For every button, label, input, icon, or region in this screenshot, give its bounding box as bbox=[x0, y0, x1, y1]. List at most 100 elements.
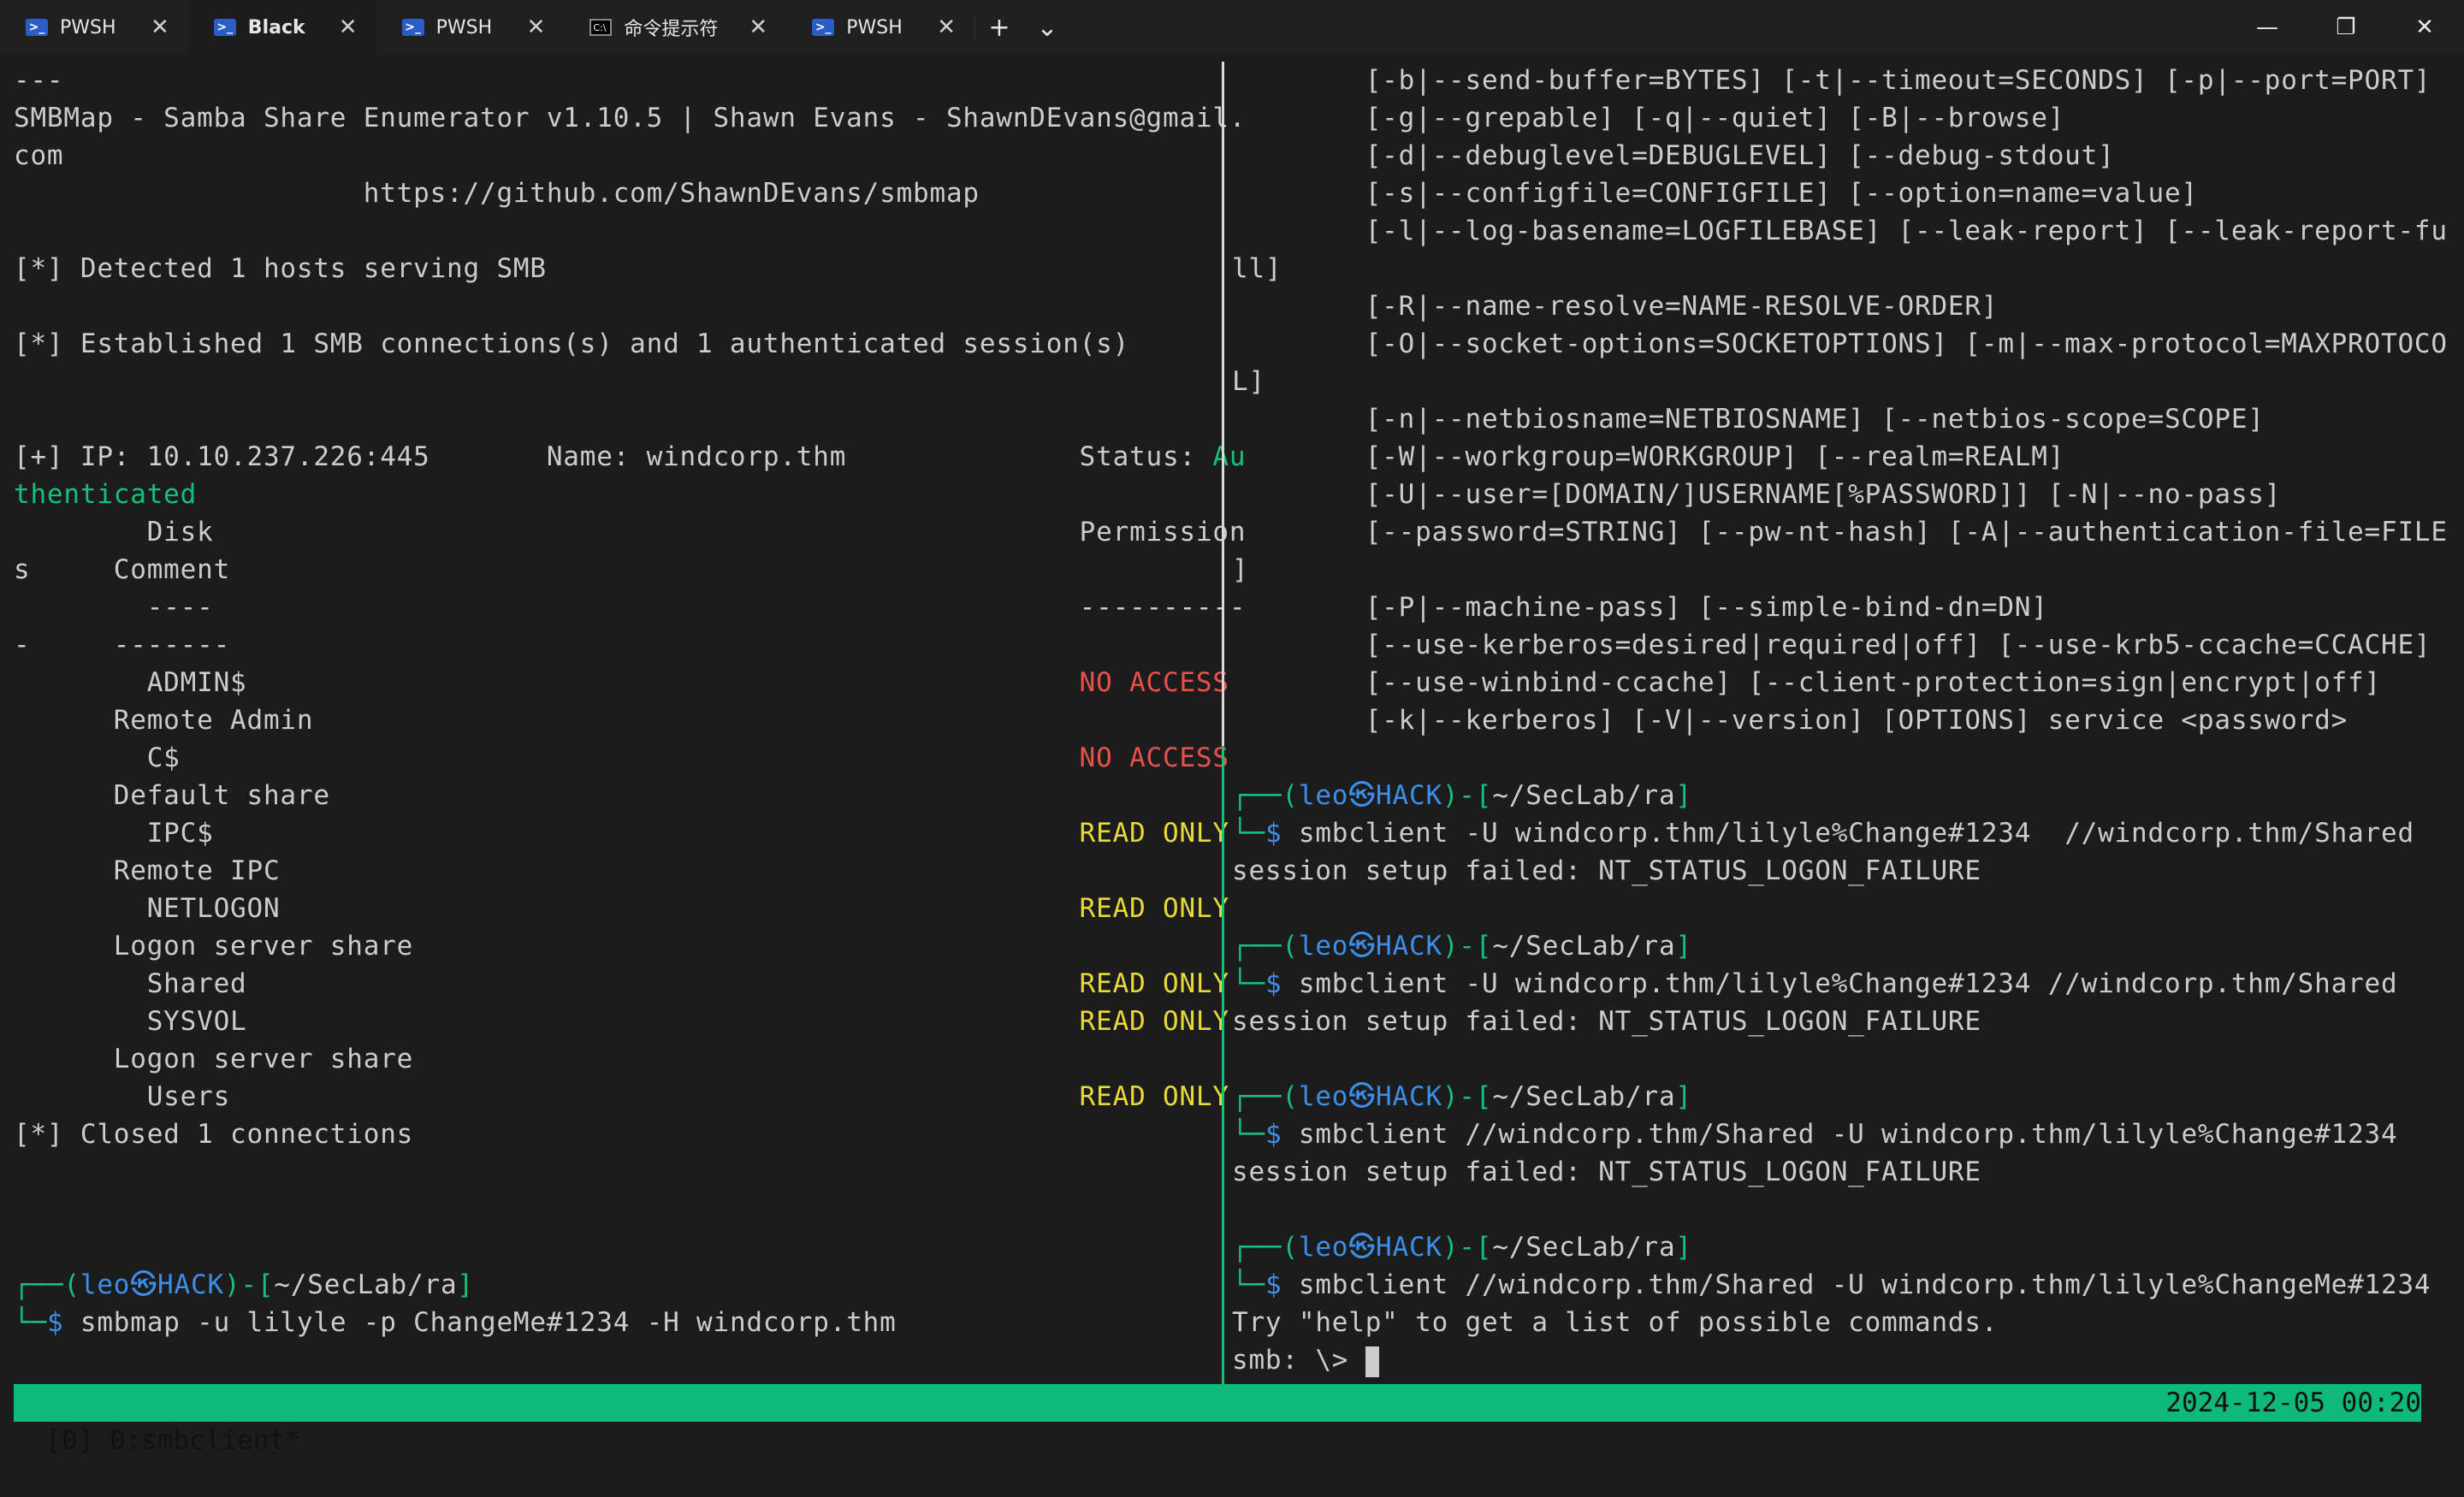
terminal-line: [-d|--debuglevel=DEBUGLEVEL] [--debug-st… bbox=[1232, 140, 2115, 171]
terminal-line: Disk Permission bbox=[14, 513, 1246, 551]
terminal-line: s Comment bbox=[14, 554, 231, 585]
tab-label: Black bbox=[247, 16, 305, 38]
command-line: └─$ smbmap -u lilyle -p ChangeMe#1234 -H… bbox=[14, 1307, 897, 1338]
shell-prompt: ┌──(leo㉿HACK)-[~/SecLab/ra] bbox=[1232, 931, 1692, 962]
command-text: smbclient //windcorp.thm/Shared -U windc… bbox=[1282, 1269, 2431, 1300]
powershell-icon: >_ bbox=[401, 19, 424, 36]
tab-label: PWSH bbox=[846, 16, 903, 38]
terminal-line: - ------- bbox=[14, 630, 231, 660]
terminal-line: [-l|--log-basename=LOGFILEBASE] [--leak-… bbox=[1232, 216, 2448, 246]
terminal-line: [--password=STRING] [--pw-nt-hash] [-A|-… bbox=[1232, 517, 2448, 547]
share-name: IPC$ bbox=[14, 818, 1080, 849]
active-pane-indicator bbox=[1222, 746, 1224, 1386]
share-name: ADMIN$ bbox=[14, 667, 1080, 698]
prompt-path: ~/SecLab/ra bbox=[1492, 1081, 1676, 1112]
share-comment: Remote Admin bbox=[14, 705, 314, 736]
terminal-line: thenticated bbox=[14, 479, 198, 510]
terminal-line: [--use-winbind-ccache] [--client-protect… bbox=[1232, 667, 2381, 698]
shell-prompt: ┌──(leo㉿HACK)-[~/SecLab/ra] bbox=[14, 1269, 474, 1300]
tab-bar: >_ PWSH ✕ >_ Black ✕ >_ PWSH ✕ C:\ 命令提示符… bbox=[0, 0, 2464, 55]
share-row: Shared READ ONLY bbox=[14, 965, 1229, 1003]
prompt-user: leo㉿HACK bbox=[1298, 780, 1442, 811]
smb-input-line[interactable]: smb: \> bbox=[1232, 1341, 2430, 1379]
smb-prompt: smb: \> bbox=[1232, 1345, 1365, 1376]
tab-label: PWSH bbox=[60, 16, 116, 38]
command-line: └─$ smbclient -U windcorp.thm/lilyle%Cha… bbox=[1232, 968, 2398, 999]
permission-badge: READ ONLY bbox=[1079, 893, 1229, 924]
window-list[interactable]: [0] 0:smbclient* bbox=[45, 1425, 301, 1456]
permission-badge: READ ONLY bbox=[1079, 1081, 1229, 1112]
command-output: session setup failed: NT_STATUS_LOGON_FA… bbox=[1232, 1006, 1981, 1037]
maximize-button[interactable]: ❐ bbox=[2307, 0, 2385, 55]
terminal-line: ---- ---------- bbox=[14, 589, 1246, 626]
close-window-button[interactable]: ✕ bbox=[2385, 0, 2464, 55]
ip-info: [+] IP: 10.10.237.226:445 Name: windcorp… bbox=[14, 441, 1213, 472]
terminal-line: [*] Detected 1 hosts serving SMB bbox=[14, 253, 547, 284]
powershell-icon: >_ bbox=[812, 19, 835, 36]
tab-cmd[interactable]: C:\ 命令提示符 ✕ bbox=[564, 0, 786, 55]
terminal-line: [--use-kerberos=desired|required|off] [-… bbox=[1232, 630, 2431, 660]
share-row: SYSVOL READ ONLY bbox=[14, 1003, 1229, 1040]
tab-dropdown-button[interactable]: ⌄ bbox=[1023, 0, 1071, 55]
pane-divider[interactable] bbox=[1222, 62, 1224, 1386]
terminal-line: [+] IP: 10.10.237.226:445 Name: windcorp… bbox=[14, 438, 1246, 476]
command-text: smbclient -U windcorp.thm/lilyle%Change#… bbox=[1282, 968, 2398, 999]
tab-pwsh-3[interactable]: >_ PWSH ✕ bbox=[786, 0, 974, 55]
terminal-line: [*] Closed 1 connections bbox=[14, 1119, 414, 1150]
terminal-line: [-W|--workgroup=WORKGROUP] [--realm=REAL… bbox=[1232, 441, 2065, 472]
command-output: session setup failed: NT_STATUS_LOGON_FA… bbox=[1232, 1157, 1981, 1187]
tmux-status-bar: [0] 0:smbclient* 2024-12-05 00:20 bbox=[14, 1384, 2421, 1456]
terminal-line: [-b|--send-buffer=BYTES] [-t|--timeout=S… bbox=[1232, 65, 2431, 96]
prompt-path: ~/SecLab/ra bbox=[274, 1269, 458, 1300]
close-icon[interactable]: ✕ bbox=[937, 15, 956, 40]
share-name: SYSVOL bbox=[14, 1006, 1080, 1037]
terminal-line: SMBMap - Samba Share Enumerator v1.10.5 … bbox=[14, 103, 1247, 133]
tab-pwsh-2[interactable]: >_ PWSH ✕ bbox=[376, 0, 565, 55]
command-text: smbmap -u lilyle -p ChangeMe#1234 -H win… bbox=[63, 1307, 897, 1338]
terminal-line: [-n|--netbiosname=NETBIOSNAME] [--netbio… bbox=[1232, 404, 2265, 435]
new-tab-button[interactable]: + bbox=[975, 0, 1023, 55]
prompt-user: leo㉿HACK bbox=[1298, 1081, 1442, 1112]
powershell-icon: >_ bbox=[213, 19, 236, 36]
share-name: Shared bbox=[14, 968, 1080, 999]
tab-black[interactable]: >_ Black ✕ bbox=[187, 0, 376, 55]
close-icon[interactable]: ✕ bbox=[749, 15, 767, 40]
tab-pwsh-1[interactable]: >_ PWSH ✕ bbox=[0, 0, 188, 55]
minimize-button[interactable]: — bbox=[2228, 0, 2307, 55]
prompt-path: ~/SecLab/ra bbox=[1492, 1232, 1676, 1263]
share-row: Users READ ONLY bbox=[14, 1078, 1229, 1115]
permission-badge: NO ACCESS bbox=[1079, 667, 1229, 698]
terminal-line: ] bbox=[1232, 554, 1249, 585]
shell-prompt: ┌──(leo㉿HACK)-[~/SecLab/ra] bbox=[1232, 780, 1692, 811]
shell-prompt: ┌──(leo㉿HACK)-[~/SecLab/ra] bbox=[1232, 1081, 1692, 1112]
share-row: NETLOGON READ ONLY bbox=[14, 890, 1229, 927]
close-icon[interactable]: ✕ bbox=[151, 15, 169, 40]
status-clock: 2024-12-05 00:20 bbox=[2165, 1388, 2421, 1418]
permission-badge: NO ACCESS bbox=[1079, 743, 1229, 773]
tab-label: PWSH bbox=[435, 16, 493, 38]
share-comment: Logon server share bbox=[14, 931, 414, 962]
terminal-line: ll] bbox=[1232, 253, 1282, 284]
terminal-line: [-O|--socket-options=SOCKETOPTIONS] [-m|… bbox=[1232, 328, 2448, 359]
terminal-line: [-s|--configfile=CONFIGFILE] [--option=n… bbox=[1232, 178, 2198, 209]
left-terminal-pane[interactable]: --- SMBMap - Samba Share Enumerator v1.1… bbox=[14, 62, 1247, 1341]
column-rule: ---- bbox=[14, 592, 1080, 623]
share-comment: Remote IPC bbox=[14, 855, 281, 886]
close-icon[interactable]: ✕ bbox=[339, 15, 358, 40]
command-line: └─$ smbclient //windcorp.thm/Shared -U w… bbox=[1232, 1269, 2431, 1300]
prompt-user: leo㉿HACK bbox=[80, 1269, 224, 1300]
command-text: smbclient -U windcorp.thm/lilyle%Change#… bbox=[1282, 818, 2414, 849]
command-output: session setup failed: NT_STATUS_LOGON_FA… bbox=[1232, 855, 1981, 886]
prompt-user: leo㉿HACK bbox=[1298, 1232, 1442, 1263]
prompt-user: leo㉿HACK bbox=[1298, 931, 1442, 962]
right-terminal-pane[interactable]: [-b|--send-buffer=BYTES] [-t|--timeout=S… bbox=[1232, 62, 2448, 1379]
share-comment: Logon server share bbox=[14, 1044, 414, 1074]
terminal-line: [*] Established 1 SMB connections(s) and… bbox=[14, 328, 1130, 359]
text-cursor bbox=[1365, 1346, 1379, 1377]
tab-label: 命令提示符 bbox=[624, 19, 719, 40]
close-icon[interactable]: ✕ bbox=[527, 15, 546, 40]
powershell-icon: >_ bbox=[26, 19, 48, 36]
terminal-line: [-P|--machine-pass] [--simple-bind-dn=DN… bbox=[1232, 592, 2048, 623]
